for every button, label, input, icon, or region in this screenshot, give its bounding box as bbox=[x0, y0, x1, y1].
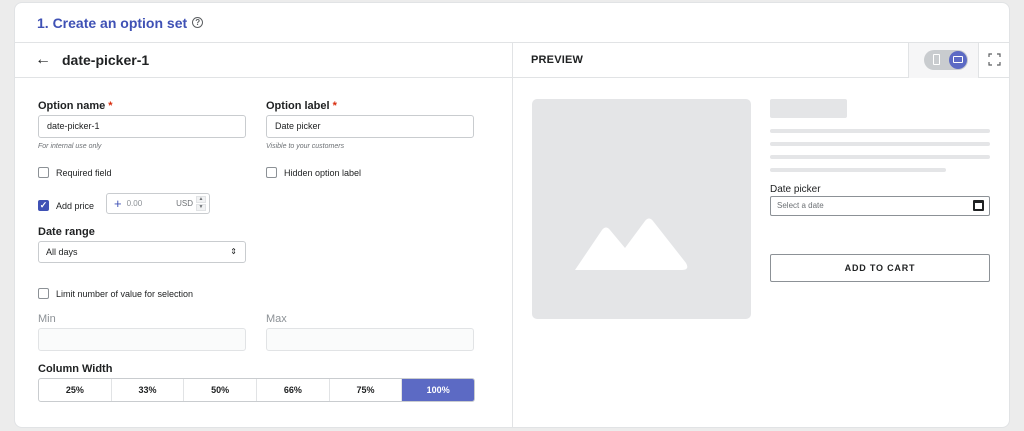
add-price-row[interactable]: ✓ Add price bbox=[38, 200, 94, 211]
hidden-label-row[interactable]: Hidden option label bbox=[266, 167, 361, 178]
min-input[interactable] bbox=[38, 328, 246, 351]
image-placeholder-icon bbox=[575, 218, 688, 270]
currency-label: USD bbox=[176, 199, 193, 208]
preview-date-input[interactable]: Select a date bbox=[770, 196, 990, 216]
calendar-icon[interactable] bbox=[973, 200, 984, 211]
price-value: 0.00 bbox=[126, 199, 143, 208]
option-set-card: 1. Create an option set ? ← date-picker-… bbox=[14, 2, 1010, 428]
option-label-label: Option label * bbox=[266, 100, 337, 112]
stepper-up-icon[interactable]: ▲ bbox=[196, 196, 206, 203]
text-skeleton bbox=[770, 142, 990, 146]
title-skeleton bbox=[770, 99, 847, 118]
date-range-label: Date range bbox=[38, 226, 95, 238]
column-width-100[interactable]: 100% bbox=[402, 379, 474, 401]
desktop-toggle[interactable] bbox=[949, 51, 967, 69]
date-range-value: All days bbox=[46, 247, 78, 257]
required-field-label: Required field bbox=[56, 167, 112, 178]
price-stepper[interactable]: ▲ ▼ bbox=[196, 196, 206, 211]
mobile-icon[interactable] bbox=[933, 54, 940, 65]
hidden-label-label: Hidden option label bbox=[284, 167, 362, 178]
card-title: 1. Create an option set bbox=[37, 14, 188, 31]
limit-checkbox[interactable] bbox=[38, 288, 49, 299]
column-width-75[interactable]: 75% bbox=[330, 379, 403, 401]
column-width-label: Column Width bbox=[38, 363, 113, 375]
option-name-help: For internal use only bbox=[38, 143, 102, 150]
max-input[interactable] bbox=[266, 328, 474, 351]
device-toggle bbox=[908, 43, 979, 78]
back-arrow-icon[interactable]: ← bbox=[35, 51, 51, 69]
required-field-row[interactable]: Required field bbox=[38, 167, 112, 178]
column-width-25[interactable]: 25% bbox=[39, 379, 112, 401]
add-price-label: Add price bbox=[56, 200, 95, 211]
preview-date-placeholder: Select a date bbox=[777, 201, 824, 210]
hidden-label-checkbox[interactable] bbox=[266, 167, 277, 178]
editor-title: date-picker-1 bbox=[62, 52, 150, 68]
limit-label: Limit number of value for selection bbox=[56, 288, 194, 299]
preview-header: PREVIEW bbox=[513, 43, 1009, 78]
max-label: Max bbox=[266, 313, 287, 325]
limit-row[interactable]: Limit number of value for selection bbox=[38, 288, 193, 299]
option-label-input[interactable]: Date picker bbox=[266, 115, 474, 138]
price-input[interactable]: + 0.00 USD ▲ ▼ bbox=[106, 193, 210, 214]
editor-panel: ← date-picker-1 Option name * date-picke… bbox=[15, 43, 513, 427]
min-label: Min bbox=[38, 313, 56, 325]
desktop-icon bbox=[953, 56, 963, 63]
preview-title: PREVIEW bbox=[531, 54, 584, 66]
editor-header: ← date-picker-1 bbox=[15, 43, 512, 78]
device-toggle-pill[interactable] bbox=[924, 50, 968, 70]
text-skeleton bbox=[770, 129, 990, 133]
fullscreen-icon[interactable] bbox=[988, 53, 1001, 66]
option-name-label: Option name * bbox=[38, 100, 113, 112]
select-arrows-icon: ⇕ bbox=[230, 247, 237, 256]
column-width-33[interactable]: 33% bbox=[112, 379, 185, 401]
date-range-select[interactable]: All days ⇕ bbox=[38, 241, 246, 263]
preview-field-label: Date picker bbox=[770, 184, 821, 195]
help-icon[interactable]: ? bbox=[192, 17, 204, 28]
column-width-50[interactable]: 50% bbox=[184, 379, 258, 401]
text-skeleton bbox=[770, 155, 990, 159]
text-skeleton bbox=[770, 168, 946, 172]
required-field-checkbox[interactable] bbox=[38, 167, 49, 178]
add-to-cart-button[interactable]: ADD TO CART bbox=[770, 254, 990, 282]
option-name-input[interactable]: date-picker-1 bbox=[38, 115, 246, 138]
plus-icon: + bbox=[114, 196, 122, 211]
stepper-down-icon[interactable]: ▼ bbox=[196, 204, 206, 211]
option-label-help: Visible to your customers bbox=[266, 143, 345, 150]
product-image-placeholder bbox=[532, 99, 751, 319]
preview-panel: PREVIEW Date picker Select a date ADD TO… bbox=[513, 43, 1009, 427]
add-price-checkbox[interactable]: ✓ bbox=[38, 200, 49, 211]
column-width-selector: 25% 33% 50% 66% 75% 100% bbox=[38, 378, 475, 402]
card-header: 1. Create an option set ? bbox=[15, 3, 1009, 43]
column-width-66[interactable]: 66% bbox=[257, 379, 330, 401]
